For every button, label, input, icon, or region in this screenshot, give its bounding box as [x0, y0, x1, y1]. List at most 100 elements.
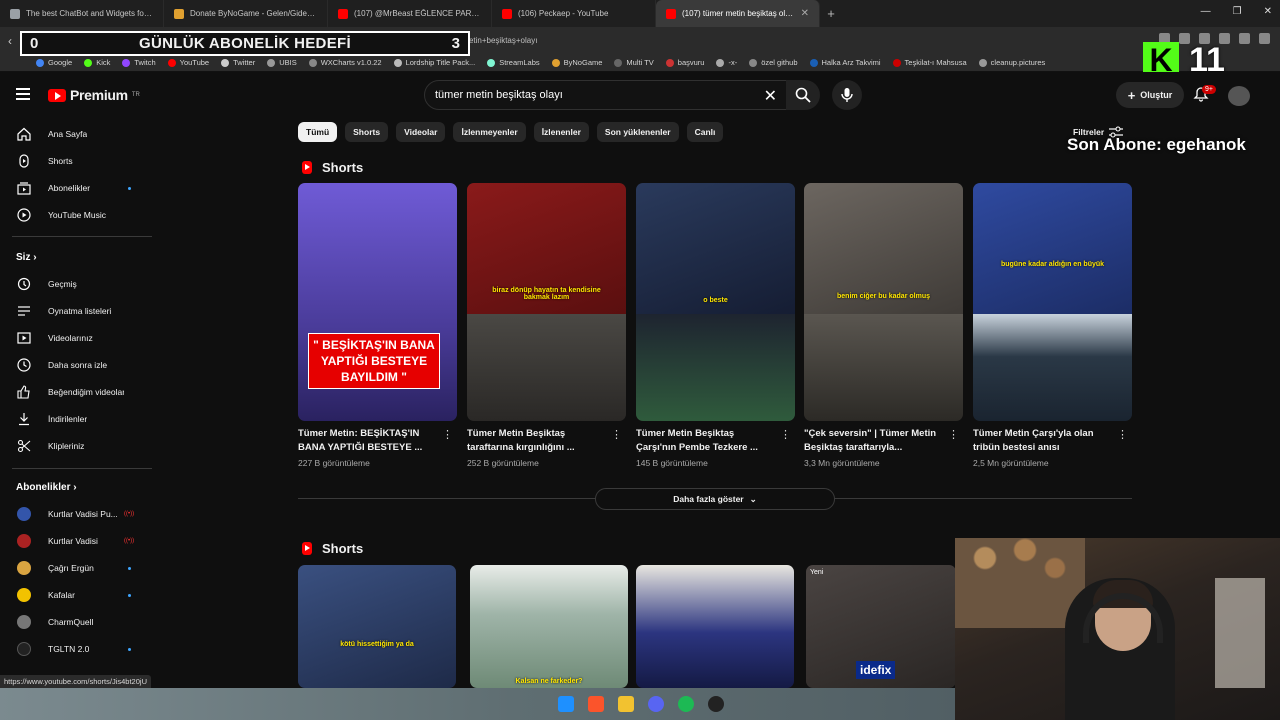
browser-tab-active[interactable]: (107) tümer metin beşiktaş olayı ✕: [656, 0, 820, 27]
bookmark[interactable]: Twitter: [221, 58, 255, 67]
discord-icon[interactable]: [648, 696, 664, 712]
short-title[interactable]: Tümer Metin Çarşı'yla olan tribün bestes…: [973, 427, 1113, 455]
sidebar-item-shorts[interactable]: Shorts: [0, 148, 160, 174]
menu-icon[interactable]: [16, 88, 30, 100]
short-title[interactable]: Tümer Metin: BEŞİKTAŞ'IN BANA YAPTIĞI BE…: [298, 427, 438, 455]
sidebar-heading-you[interactable]: Siz ›: [16, 252, 37, 263]
bookmark[interactable]: Teşkilat-ı Mahsusa: [892, 58, 967, 67]
clear-search-icon[interactable]: ✕: [764, 86, 777, 106]
sidebar-item-history[interactable]: Geçmiş: [0, 271, 160, 297]
maximize-icon[interactable]: ❐: [1233, 6, 1242, 17]
close-tab-icon[interactable]: ✕: [801, 8, 809, 19]
short-thumbnail[interactable]: Kalsan ne farkeder?: [470, 565, 628, 688]
minimize-icon[interactable]: —: [1201, 6, 1211, 17]
sidebar-item-your-videos[interactable]: Videolarınız: [0, 325, 160, 351]
chip-recently-uploaded[interactable]: Son yüklenenler: [596, 122, 679, 142]
short-card[interactable]: o beste Tümer Metin Beşiktaş Çarşı'nın P…: [636, 183, 795, 468]
channel-avatar-icon: [16, 614, 32, 630]
short-card[interactable]: biraz dönüp hayatın ta kendisine bakmak …: [467, 183, 626, 468]
chip-all[interactable]: Tümü: [298, 122, 338, 142]
show-more-button[interactable]: Daha fazla göster ⌄: [595, 488, 835, 510]
bookmark[interactable]: -x-: [716, 58, 737, 67]
short-thumbnail[interactable]: [636, 565, 794, 688]
back-icon[interactable]: ‹: [0, 34, 20, 48]
sidebar-item-playlists[interactable]: Oynatma listeleri: [0, 298, 160, 324]
sidebar-channel[interactable]: Çağrı Ergün: [0, 555, 160, 581]
brave-browser-icon[interactable]: [588, 696, 604, 712]
sidebar-channel[interactable]: TGLTN 2.0: [0, 636, 160, 662]
sidebar-item-downloads[interactable]: İndirilenler: [0, 406, 160, 432]
obs-icon[interactable]: [708, 696, 724, 712]
short-title[interactable]: Tümer Metin Beşiktaş Çarşı'nın Pembe Tez…: [636, 427, 776, 455]
bookmark[interactable]: WXCharts v1.0.22: [308, 58, 382, 67]
microphone-icon: [841, 88, 853, 102]
bookmark[interactable]: YouTube: [167, 58, 209, 67]
search-button[interactable]: [786, 80, 820, 110]
more-actions-icon[interactable]: ⋮: [442, 430, 453, 441]
chip-unwatched[interactable]: İzlenmeyenler: [453, 122, 526, 142]
more-actions-icon[interactable]: ⋮: [1117, 430, 1128, 441]
bookmark[interactable]: StreamLabs: [487, 58, 540, 67]
browser-tab[interactable]: The best ChatBot and Widgets for Ki: [0, 0, 164, 27]
search-input[interactable]: [425, 81, 745, 109]
short-thumbnail[interactable]: benim ciğer bu kadar olmuş: [804, 183, 963, 421]
browser-tab[interactable]: (106) Peckaep - YouTube: [492, 0, 656, 27]
bookmark[interactable]: Twitch: [122, 58, 156, 67]
spotify-icon[interactable]: [678, 696, 694, 712]
short-thumbnail[interactable]: biraz dönüp hayatın ta kendisine bakmak …: [467, 183, 626, 421]
webcam-lamp: [1215, 578, 1265, 688]
short-card[interactable]: " BEŞİKTAŞ'IN BANA YAPTIĞI BESTEYE BAYIL…: [298, 183, 457, 468]
short-thumbnail[interactable]: Yeni idefix: [806, 565, 956, 688]
bookmark[interactable]: Halka Arz Takvimi: [809, 58, 881, 67]
close-window-icon[interactable]: ✕: [1264, 6, 1272, 17]
sidebar-heading-subscriptions[interactable]: Abonelikler ›: [16, 482, 77, 493]
more-actions-icon[interactable]: ⋮: [780, 430, 791, 441]
chip-shorts[interactable]: Shorts: [345, 122, 389, 142]
short-card[interactable]: benim ciğer bu kadar olmuş "Çek seversin…: [804, 183, 963, 468]
bookmark[interactable]: Google: [36, 58, 72, 67]
music-icon: [16, 207, 32, 223]
sidebar-channel[interactable]: CharmQuell: [0, 609, 160, 635]
sidebar-channel[interactable]: Kurtlar Vadisi ((•)): [0, 528, 160, 554]
chip-watched[interactable]: İzlenenler: [533, 122, 589, 142]
more-actions-icon[interactable]: ⋮: [948, 430, 959, 441]
browser-tab[interactable]: Donate ByNoGame - Gelen/Giden Ba: [164, 0, 328, 27]
browser-tab[interactable]: (107) @MrBeast EĞLENCE PARKINDA: [328, 0, 492, 27]
sidebar-item-home[interactable]: Ana Sayfa: [0, 121, 160, 147]
more-actions-icon[interactable]: ⋮: [611, 430, 622, 441]
bookmark[interactable]: cleanup.pictures: [978, 58, 1045, 67]
short-thumbnail[interactable]: kötü hissettiğim ya da: [298, 565, 456, 688]
sidebar-item-clips[interactable]: Klipleriniz: [0, 433, 160, 459]
bookmark-icon: [892, 58, 901, 67]
sidebar-item-music[interactable]: YouTube Music: [0, 202, 160, 228]
bookmark[interactable]: özel github: [749, 58, 798, 67]
sidebar-channel[interactable]: Kafalar: [0, 582, 160, 608]
new-tab-button[interactable]: +: [820, 6, 842, 21]
sidebar-item-liked-videos[interactable]: Beğendiğim videolar: [0, 379, 160, 405]
youtube-logo[interactable]: Premium TR: [48, 87, 140, 103]
bookmark[interactable]: Multi TV: [614, 58, 654, 67]
voice-search-button[interactable]: [832, 80, 862, 110]
avatar[interactable]: [1228, 86, 1250, 106]
bookmark[interactable]: Kick: [84, 58, 110, 67]
short-thumbnail[interactable]: bugüne kadar aldığın en büyük: [973, 183, 1132, 421]
short-thumbnail[interactable]: " BEŞİKTAŞ'IN BANA YAPTIĞI BESTEYE BAYIL…: [298, 183, 457, 421]
sidebar-item-watch-later[interactable]: Daha sonra izle: [0, 352, 160, 378]
bookmark[interactable]: Lordship Title Pack...: [393, 58, 475, 67]
short-title[interactable]: Tümer Metin Beşiktaş taraftarına kırgınl…: [467, 427, 607, 455]
bookmark[interactable]: başvuru: [665, 58, 704, 67]
windows-start-icon[interactable]: [558, 696, 574, 712]
your-videos-icon: [16, 330, 32, 346]
short-title[interactable]: "Çek seversin" | Tümer Metin Beşiktaş ta…: [804, 427, 944, 455]
sidebar-item-subscriptions[interactable]: Abonelikler: [0, 175, 160, 201]
short-thumbnail[interactable]: o beste: [636, 183, 795, 421]
file-explorer-icon[interactable]: [618, 696, 634, 712]
create-button[interactable]: + Oluştur: [1116, 82, 1184, 108]
sidebar-channel[interactable]: Kurtlar Vadisi Pu... ((•)): [0, 501, 160, 527]
bookmark[interactable]: UBIS: [267, 58, 297, 67]
chip-videos[interactable]: Videolar: [396, 122, 446, 142]
short-card[interactable]: bugüne kadar aldığın en büyük Tümer Meti…: [973, 183, 1132, 468]
bookmark[interactable]: ByNoGame: [551, 58, 602, 67]
chip-live[interactable]: Canlı: [686, 122, 724, 142]
webcam-overlay: [955, 538, 1280, 720]
